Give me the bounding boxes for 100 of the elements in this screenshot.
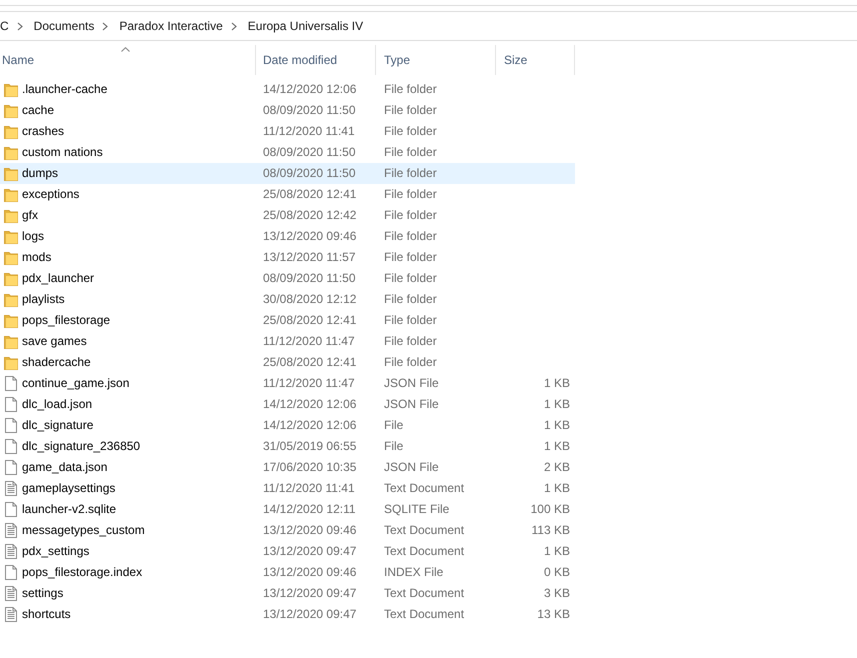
folder-icon [4, 166, 18, 180]
text-document-icon [5, 586, 17, 601]
modified-date: 25/08/2020 12:41 [263, 313, 356, 327]
breadcrumb-item[interactable]: C [0, 17, 15, 35]
file-size: 1 KB [544, 481, 570, 495]
folder-icon [4, 188, 18, 202]
folder-icon [4, 250, 18, 264]
modified-date: 11/12/2020 11:47 [263, 334, 355, 348]
file-name: .launcher-cache [22, 81, 108, 98]
file-name: mods [22, 249, 52, 266]
folder-icon [4, 292, 18, 306]
chevron-icon [102, 22, 108, 30]
folder-icon [4, 314, 18, 328]
file-type: File folder [384, 355, 437, 369]
folder-icon [4, 124, 18, 138]
file-name: dlc_load.json [22, 396, 92, 413]
file-name: pops_filestorage [22, 312, 110, 329]
file-name: shadercache [22, 354, 91, 371]
column-header[interactable]: Type [376, 45, 496, 75]
file-row[interactable]: mods 13/12/2020 11:57 File folder [0, 247, 575, 268]
file-row[interactable]: settings 13/12/2020 09:47 Text Document 3 KB [0, 583, 575, 604]
file-row[interactable]: game_data.json 17/06/2020 10:35 JSON File 2 KB [0, 457, 575, 478]
file-size: 13 KB [537, 607, 570, 621]
file-type: File folder [384, 187, 437, 201]
folder-icon [4, 104, 18, 118]
file-row[interactable]: custom nations 08/09/2020 11:50 File folder [0, 142, 575, 163]
modified-date: 13/12/2020 09:47 [263, 607, 356, 621]
modified-date: 11/12/2020 11:41 [263, 124, 355, 138]
file-row[interactable]: pops_filestorage 25/08/2020 12:41 File folder [0, 310, 575, 331]
text-document-icon [5, 523, 17, 538]
file-name: exceptions [22, 186, 80, 203]
breadcrumb-item[interactable]: Paradox Interactive [113, 17, 229, 35]
file-name: launcher-v2.sqlite [22, 501, 116, 518]
address-bar[interactable]: C Documents Paradox Interactive Europa Universalis IV [0, 11, 857, 41]
file-row[interactable]: gameplaysettings 11/12/2020 11:41 Text Document 1 KB [0, 478, 575, 499]
file-type: File folder [384, 82, 437, 96]
file-row[interactable]: continue_game.json 11/12/2020 11:47 JSON File 1 KB [0, 373, 575, 394]
modified-date: 25/08/2020 12:41 [263, 187, 356, 201]
modified-date: 13/12/2020 09:47 [263, 586, 356, 600]
file-type: File folder [384, 250, 437, 264]
file-row[interactable]: launcher-v2.sqlite 14/12/2020 12:11 SQLITE File 100 KB [0, 499, 575, 520]
file-type: Text Document [384, 481, 464, 495]
file-row[interactable]: dumps 08/09/2020 11:50 File folder [0, 163, 575, 184]
modified-date: 13/12/2020 09:46 [263, 229, 356, 243]
modified-date: 25/08/2020 12:41 [263, 355, 356, 369]
breadcrumb-item[interactable]: Documents [28, 17, 100, 35]
file-type: File folder [384, 229, 437, 243]
column-header[interactable]: Size [496, 45, 575, 75]
file-row[interactable]: shortcuts 13/12/2020 09:47 Text Document 13 KB [0, 604, 575, 625]
file-row[interactable]: pops_filestorage.index 13/12/2020 09:46 INDEX File 0 KB [0, 562, 575, 583]
file-type: File [384, 418, 404, 432]
file-icon [5, 418, 17, 433]
file-type: File folder [384, 292, 437, 306]
file-row[interactable]: gfx 25/08/2020 12:42 File folder [0, 205, 575, 226]
file-name: dumps [22, 165, 58, 182]
file-size: 1 KB [544, 439, 570, 453]
breadcrumb-item[interactable]: Europa Universalis IV [242, 17, 370, 35]
file-name: dlc_signature [22, 417, 94, 434]
file-row[interactable]: crashes 11/12/2020 11:41 File folder [0, 121, 575, 142]
file-size: 2 KB [544, 460, 570, 474]
file-type: Text Document [384, 586, 464, 600]
file-name: gameplaysettings [22, 480, 116, 497]
file-row[interactable]: .launcher-cache 14/12/2020 12:06 File folder [0, 79, 575, 100]
text-document-icon [5, 544, 17, 559]
modified-date: 17/06/2020 10:35 [263, 460, 356, 474]
file-type: JSON File [384, 460, 439, 474]
file-row[interactable]: dlc_signature 14/12/2020 12:06 File 1 KB [0, 415, 575, 436]
column-header[interactable]: Date modified [256, 45, 376, 75]
file-row[interactable]: pdx_settings 13/12/2020 09:47 Text Document 1 KB [0, 541, 575, 562]
file-row[interactable]: dlc_signature_236850 31/05/2019 06:55 File 1 KB [0, 436, 575, 457]
modified-date: 31/05/2019 06:55 [263, 439, 356, 453]
file-row[interactable]: logs 13/12/2020 09:46 File folder [0, 226, 575, 247]
file-row[interactable]: exceptions 25/08/2020 12:41 File folder [0, 184, 575, 205]
file-name: logs [22, 228, 44, 245]
modified-date: 25/08/2020 12:42 [263, 208, 356, 222]
file-name: save games [22, 333, 87, 350]
modified-date: 11/12/2020 11:47 [263, 376, 355, 390]
chevron-icon [16, 22, 23, 30]
file-type: JSON File [384, 376, 439, 390]
file-icon [5, 397, 17, 412]
file-name: playlists [22, 291, 65, 308]
file-row[interactable]: shadercache 25/08/2020 12:41 File folder [0, 352, 575, 373]
file-row[interactable]: dlc_load.json 14/12/2020 12:06 JSON File 1 KB [0, 394, 575, 415]
file-icon [5, 460, 17, 475]
file-row[interactable]: playlists 30/08/2020 12:12 File folder [0, 289, 575, 310]
file-type: File folder [384, 334, 437, 348]
file-name: crashes [22, 123, 64, 140]
file-type: INDEX File [384, 565, 444, 579]
file-row[interactable]: save games 11/12/2020 11:47 File folder [0, 331, 575, 352]
file-size: 1 KB [544, 376, 570, 390]
column-header[interactable]: Name [0, 45, 256, 75]
file-row[interactable]: cache 08/09/2020 11:50 File folder [0, 100, 575, 121]
file-name: dlc_signature_236850 [22, 438, 140, 455]
modified-date: 14/12/2020 12:06 [263, 82, 356, 96]
file-row[interactable]: pdx_launcher 08/09/2020 11:50 File folder [0, 268, 575, 289]
modified-date: 14/12/2020 12:06 [263, 397, 356, 411]
file-name: game_data.json [22, 459, 108, 476]
folder-icon [4, 334, 18, 348]
file-size: 100 KB [530, 502, 570, 516]
file-row[interactable]: messagetypes_custom 13/12/2020 09:46 Text Document 113 KB [0, 520, 575, 541]
